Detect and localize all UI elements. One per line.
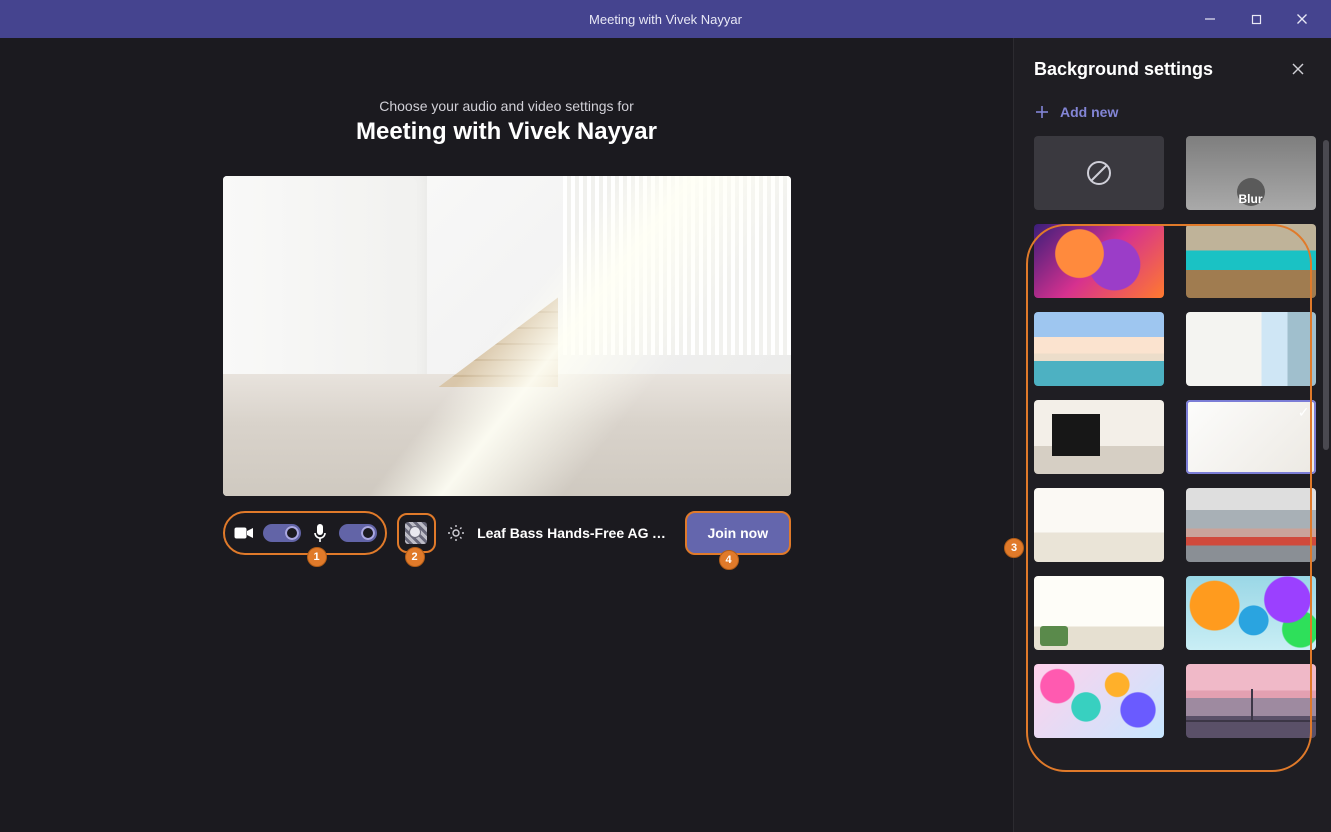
bg-option-image[interactable] [1186, 224, 1316, 298]
annotation-badge-2: 2 [405, 547, 425, 567]
window-title: Meeting with Vivek Nayyar [589, 12, 742, 27]
prejoin-subtitle: Choose your audio and video settings for [379, 98, 634, 114]
add-new-label: Add new [1060, 104, 1118, 120]
bg-option-image[interactable] [1034, 576, 1164, 650]
annotation-badge-4: 4 [719, 550, 739, 570]
background-options-grid: Blur ✓ [1034, 136, 1321, 738]
video-preview [223, 176, 791, 496]
camera-icon [233, 522, 255, 544]
bg-option-image-selected[interactable]: ✓ [1186, 400, 1316, 474]
microphone-icon [309, 522, 331, 544]
bg-option-image[interactable] [1034, 224, 1164, 298]
bg-option-image[interactable] [1034, 664, 1164, 738]
prejoin-controls: Leaf Bass Hands-Free AG Au… Join now [223, 510, 791, 556]
minimize-button[interactable] [1187, 0, 1233, 38]
check-icon: ✓ [1298, 404, 1310, 421]
meeting-title: Meeting with Vivek Nayyar [356, 118, 657, 146]
pre-join-main: Choose your audio and video settings for… [0, 38, 1013, 832]
bg-option-image[interactable] [1186, 312, 1316, 386]
camera-toggle[interactable] [263, 524, 301, 542]
mic-toggle[interactable] [339, 524, 377, 542]
bg-option-image[interactable] [1034, 312, 1164, 386]
panel-title: Background settings [1034, 59, 1213, 80]
none-icon [1084, 158, 1114, 188]
titlebar: Meeting with Vivek Nayyar [0, 0, 1331, 38]
annotation-badge-3: 3 [1004, 538, 1024, 558]
window-controls [1187, 0, 1325, 38]
bg-option-none[interactable] [1034, 136, 1164, 210]
add-new-background-button[interactable]: Add new [1014, 88, 1331, 136]
join-now-button[interactable]: Join now [685, 511, 790, 555]
bg-option-image[interactable] [1186, 488, 1316, 562]
bg-option-image[interactable] [1034, 400, 1164, 474]
close-button[interactable] [1279, 0, 1325, 38]
bg-option-image[interactable] [1034, 488, 1164, 562]
audio-device-label[interactable]: Leaf Bass Hands-Free AG Au… [477, 525, 667, 541]
background-settings-panel: Background settings Add new Blur [1013, 38, 1331, 832]
plus-icon [1034, 104, 1050, 120]
bg-option-image[interactable] [1186, 576, 1316, 650]
av-toggle-group [223, 511, 387, 555]
bg-option-blur[interactable]: Blur [1186, 136, 1316, 210]
device-settings-button[interactable] [446, 522, 467, 544]
join-now-label: Join now [707, 525, 768, 541]
bg-option-image[interactable] [1186, 664, 1316, 738]
bg-option-blur-label: Blur [1186, 192, 1316, 206]
panel-close-button[interactable] [1285, 56, 1311, 82]
annotation-badge-1: 1 [307, 547, 327, 567]
maximize-button[interactable] [1233, 0, 1279, 38]
scrollbar[interactable] [1323, 140, 1329, 450]
background-filters-icon [405, 522, 427, 544]
